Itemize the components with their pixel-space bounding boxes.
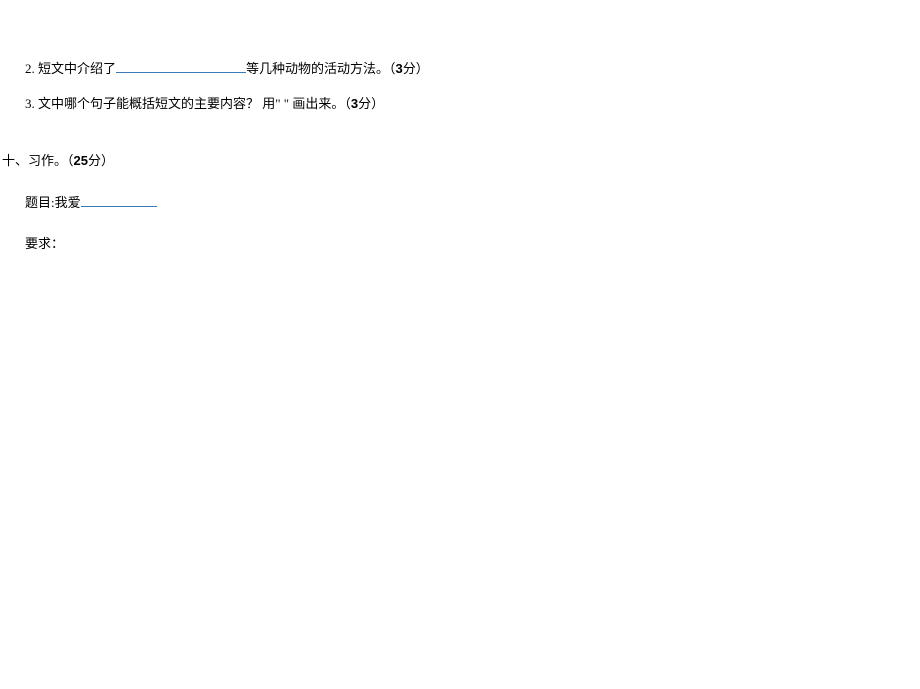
q2-prefix: 2. 短文中介绍了 (25, 61, 116, 76)
section-ten-header: 十、习作。（25分） (2, 152, 920, 170)
essay-title-prefix: 题目:我爱 (25, 195, 81, 210)
essay-title-line: 题目:我爱 (25, 194, 920, 212)
q3-text: 3. 文中哪个句子能概括短文的主要内容？ 用" " 画出来。（ (25, 96, 351, 111)
q2-blank[interactable] (116, 60, 246, 73)
requirement-line: 要求： (25, 235, 920, 253)
section-ten-end: 分） (88, 153, 114, 168)
section-ten-points: 25 (74, 153, 88, 168)
q2-suffix: 等几种动物的活动方法。（ (246, 61, 396, 76)
requirement-label: 要求： (25, 236, 64, 251)
question-2: 2. 短文中介绍了 等几种动物的活动方法。（3分） (25, 60, 920, 78)
q3-end: 分） (358, 96, 384, 111)
section-ten-label: 十、习作。（ (2, 153, 74, 168)
q2-points: 3 (396, 61, 403, 76)
essay-title-blank[interactable] (81, 194, 157, 207)
q2-end: 分） (403, 61, 429, 76)
question-3: 3. 文中哪个句子能概括短文的主要内容？ 用" " 画出来。（3分） (25, 95, 920, 113)
